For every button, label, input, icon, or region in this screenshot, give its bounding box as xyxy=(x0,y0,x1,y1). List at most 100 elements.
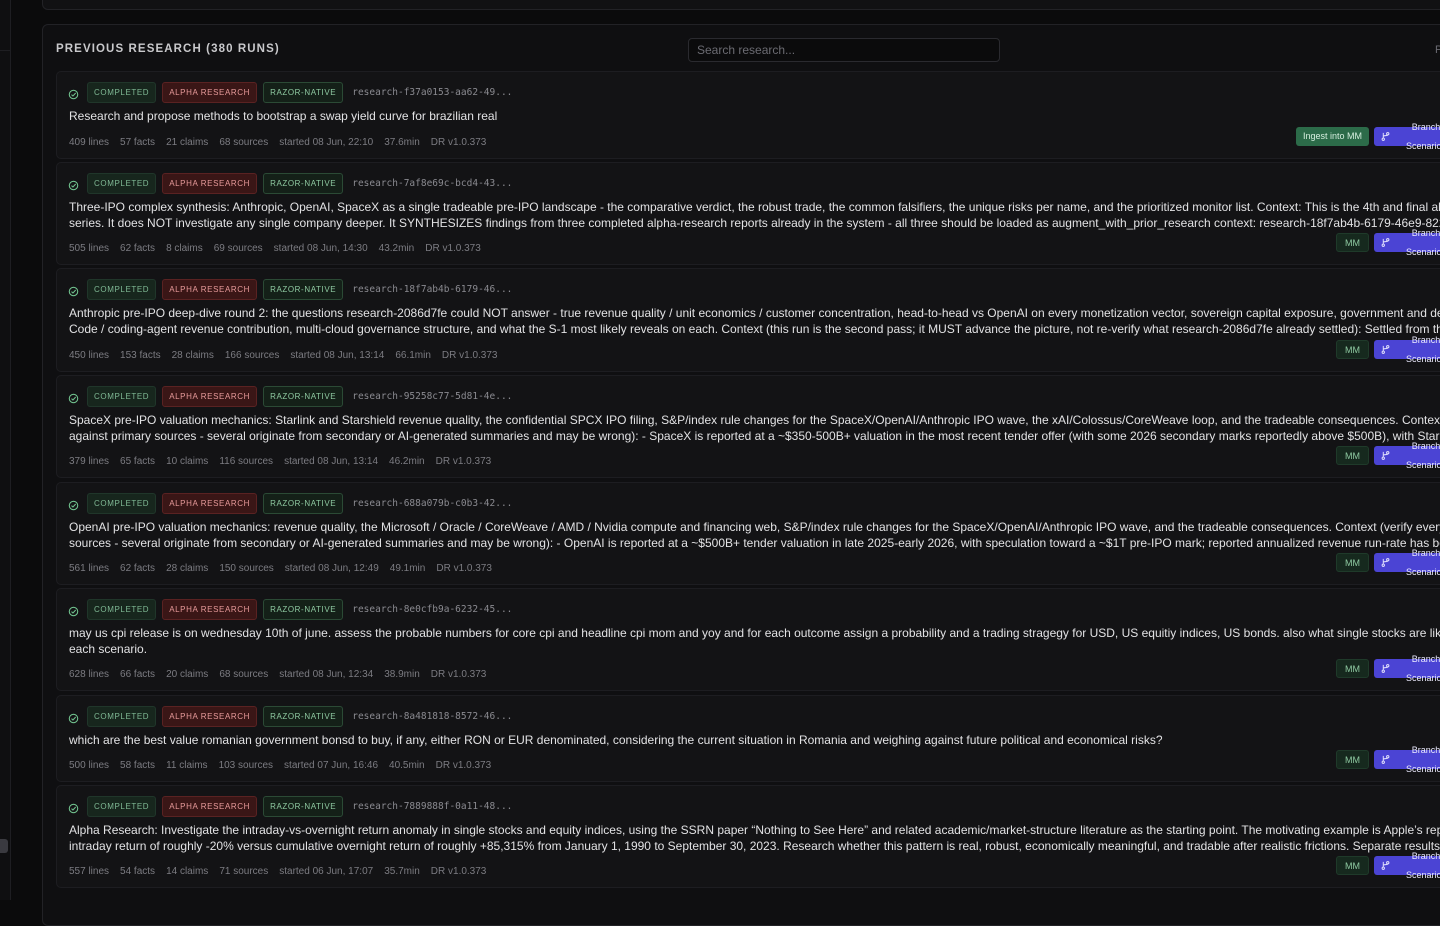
research-run-card[interactable]: COMPLETED ALPHA RESEARCH RAZOR-NATIVE re… xyxy=(56,375,1440,478)
research-run-card[interactable]: COMPLETED ALPHA RESEARCH RAZOR-NATIVE re… xyxy=(56,588,1440,691)
branch-scenarios-label: Branch Scenarios xyxy=(1405,121,1440,151)
started-time: started 08 Jun, 12:49 xyxy=(284,563,379,574)
ingest-into-mm-button[interactable]: Ingest into MM xyxy=(1295,127,1369,146)
facts-count: 66 facts xyxy=(120,669,156,680)
lines-count: 505 lines xyxy=(69,243,110,254)
lines-count: 561 lines xyxy=(69,563,110,574)
mode-badge: RAZOR-NATIVE xyxy=(263,386,344,407)
type-badge: ALPHA RESEARCH xyxy=(162,706,258,727)
check-circle-icon xyxy=(68,391,79,404)
run-actions: Ingest into MM Branch Scenarios xyxy=(1295,122,1440,151)
branch-scenarios-button[interactable]: Branch Scenarios xyxy=(1374,851,1440,880)
branch-scenarios-button[interactable]: Branch Scenarios xyxy=(1374,335,1440,364)
run-meta: 628 lines 66 facts 20 claims 68 sources … xyxy=(69,669,486,680)
branch-scenarios-button[interactable]: Branch Scenarios xyxy=(1374,745,1440,774)
run-id: research-18f7ab4b-6179-46... xyxy=(352,284,513,295)
started-time: started 06 Jun, 17:07 xyxy=(279,866,374,877)
mode-badge: RAZOR-NATIVE xyxy=(263,796,344,817)
duration: 40.5min xyxy=(389,760,425,771)
sidebar-edge xyxy=(0,0,11,900)
mm-button[interactable]: MM xyxy=(1336,856,1369,875)
run-id: research-f37a0153-aa62-49... xyxy=(352,87,513,98)
run-id: research-688a079b-c0b3-42... xyxy=(352,498,513,509)
branch-scenarios-button[interactable]: Branch Scenarios xyxy=(1374,441,1440,470)
research-run-card[interactable]: COMPLETED ALPHA RESEARCH RAZOR-NATIVE re… xyxy=(56,482,1440,585)
lines-count: 409 lines xyxy=(69,137,110,148)
duration: 37.6min xyxy=(384,137,420,148)
lines-count: 628 lines xyxy=(69,669,110,680)
check-circle-icon xyxy=(68,604,79,617)
status-badge: COMPLETED xyxy=(87,599,157,620)
branch-scenarios-label: Branch Scenarios xyxy=(1405,744,1440,774)
mode-badge: RAZOR-NATIVE xyxy=(263,173,344,194)
claims-count: 21 claims xyxy=(166,137,209,148)
run-meta: 450 lines 153 facts 28 claims 166 source… xyxy=(69,350,498,361)
research-run-card[interactable]: COMPLETED ALPHA RESEARCH RAZOR-NATIVE re… xyxy=(56,71,1440,159)
branch-icon xyxy=(1381,861,1390,870)
run-meta: 409 lines 57 facts 21 claims 68 sources … xyxy=(69,137,486,148)
branch-scenarios-button[interactable]: Branch Scenarios xyxy=(1374,122,1440,151)
version: DR v1.0.373 xyxy=(436,563,492,574)
claims-count: 28 claims xyxy=(166,563,209,574)
panel-title: PREVIOUS RESEARCH (380 RUNS) xyxy=(56,43,280,55)
type-badge: ALPHA RESEARCH xyxy=(162,599,258,620)
branch-scenarios-label: Branch Scenarios xyxy=(1405,547,1440,577)
run-badges: COMPLETED ALPHA RESEARCH RAZOR-NATIVE re… xyxy=(68,279,512,300)
query-line: each scenario. xyxy=(69,642,148,656)
run-id: research-7af8e69c-bcd4-43... xyxy=(352,178,513,189)
run-actions: MM Branch Scenarios xyxy=(1336,745,1440,774)
mode-badge: RAZOR-NATIVE xyxy=(263,493,344,514)
branch-scenarios-label: Branch Scenarios xyxy=(1405,334,1440,364)
mm-button[interactable]: MM xyxy=(1336,233,1369,252)
run-actions: MM Branch Scenarios xyxy=(1336,335,1440,364)
run-actions: MM Branch Scenarios xyxy=(1336,441,1440,470)
branch-scenarios-button[interactable]: Branch Scenarios xyxy=(1374,654,1440,683)
branch-scenarios-button[interactable]: Branch Scenarios xyxy=(1374,228,1440,257)
query-line: Code / coding-agent revenue contribution… xyxy=(69,322,1440,336)
mode-badge: RAZOR-NATIVE xyxy=(263,706,344,727)
mm-button[interactable]: MM xyxy=(1336,750,1369,769)
mode-badge: RAZOR-NATIVE xyxy=(263,279,344,300)
mm-button[interactable]: MM xyxy=(1336,659,1369,678)
sources-count: 68 sources xyxy=(219,137,269,148)
facts-count: 62 facts xyxy=(120,563,156,574)
branch-scenarios-label: Branch Scenarios xyxy=(1405,227,1440,257)
research-run-card[interactable]: COMPLETED ALPHA RESEARCH RAZOR-NATIVE re… xyxy=(56,162,1440,265)
run-query: Alpha Research: Investigate the intraday… xyxy=(69,822,1440,854)
duration: 46.2min xyxy=(389,456,425,467)
facts-count: 58 facts xyxy=(120,760,156,771)
type-badge: ALPHA RESEARCH xyxy=(162,279,258,300)
mode-badge: RAZOR-NATIVE xyxy=(263,599,344,620)
mm-button[interactable]: MM xyxy=(1336,446,1369,465)
branch-scenarios-button[interactable]: Branch Scenarios xyxy=(1374,548,1440,577)
check-circle-icon xyxy=(68,801,79,814)
branch-icon xyxy=(1381,238,1390,247)
research-run-card[interactable]: COMPLETED ALPHA RESEARCH RAZOR-NATIVE re… xyxy=(56,785,1440,888)
check-circle-icon xyxy=(68,711,79,724)
run-meta: 505 lines 62 facts 8 claims 69 sources s… xyxy=(69,243,481,254)
run-meta: 557 lines 54 facts 14 claims 71 sources … xyxy=(69,866,486,877)
search-input[interactable] xyxy=(688,38,1000,62)
status-badge: COMPLETED xyxy=(87,82,157,103)
research-run-card[interactable]: COMPLETED ALPHA RESEARCH RAZOR-NATIVE re… xyxy=(56,268,1440,372)
query-line: against primary sources - several origin… xyxy=(69,429,1440,443)
run-id: research-95258c77-5d81-4e... xyxy=(352,391,513,402)
status-badge: COMPLETED xyxy=(87,279,157,300)
run-id: research-8e0cfb9a-6232-45... xyxy=(352,604,513,615)
type-badge: ALPHA RESEARCH xyxy=(162,493,258,514)
sidebar-resize-handle[interactable] xyxy=(0,839,8,853)
branch-scenarios-label: Branch Scenarios xyxy=(1405,850,1440,880)
panel-edge-label: P xyxy=(1435,44,1440,56)
status-badge: COMPLETED xyxy=(87,796,157,817)
branch-scenarios-label: Branch Scenarios xyxy=(1405,440,1440,470)
mm-button[interactable]: MM xyxy=(1336,340,1369,359)
version: DR v1.0.373 xyxy=(425,243,481,254)
duration: 35.7min xyxy=(384,866,420,877)
query-line: which are the best value romanian govern… xyxy=(69,733,1163,747)
sources-count: 69 sources xyxy=(213,243,263,254)
type-badge: ALPHA RESEARCH xyxy=(162,82,258,103)
mm-button[interactable]: MM xyxy=(1336,553,1369,572)
claims-count: 8 claims xyxy=(166,243,203,254)
run-query: Research and propose methods to bootstra… xyxy=(69,108,1440,124)
research-run-card[interactable]: COMPLETED ALPHA RESEARCH RAZOR-NATIVE re… xyxy=(56,695,1440,782)
